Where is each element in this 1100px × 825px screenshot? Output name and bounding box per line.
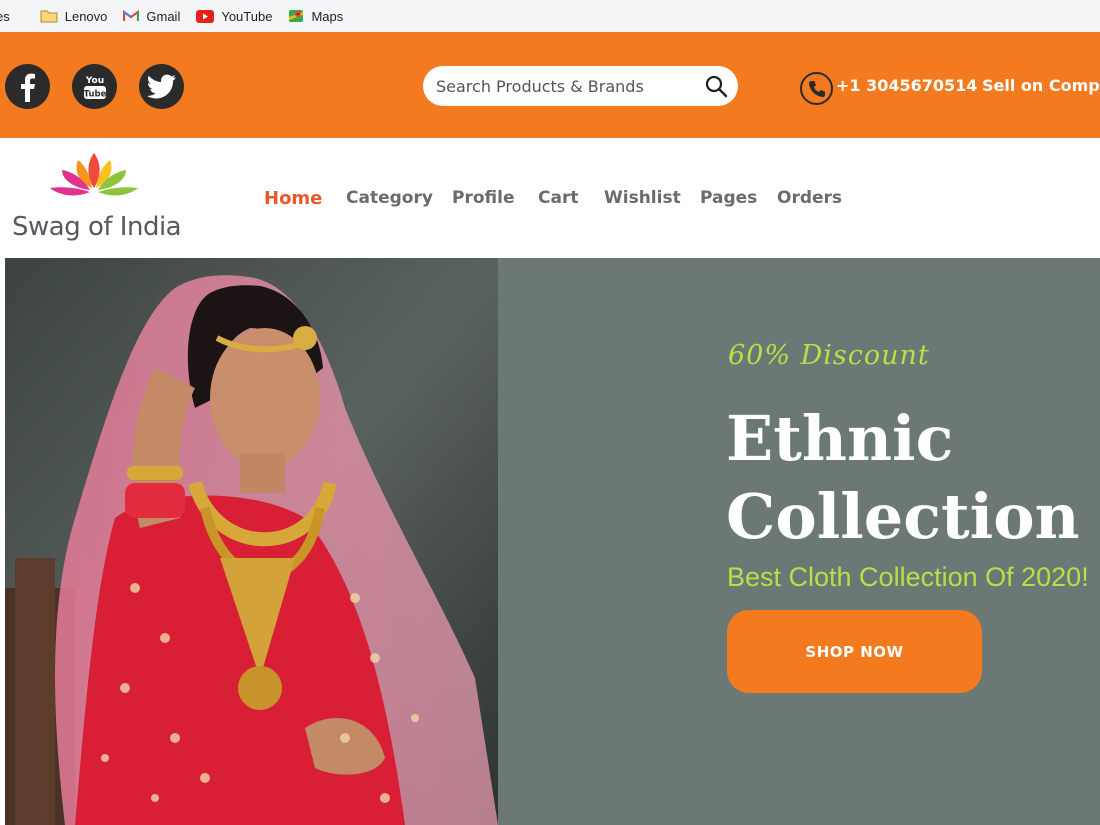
hero-headline-line-1: Ethnic — [726, 402, 954, 475]
top-bar: You Tube +1 3045670514 Sell on Compa — [0, 32, 1100, 138]
bookmark-label: YouTube — [221, 8, 273, 24]
bookmark-gmail[interactable]: Gmail — [115, 4, 188, 28]
hero-subline: Best Cloth Collection Of 2020! — [727, 562, 1089, 592]
bookmark-lenovo[interactable]: Lenovo — [32, 4, 116, 28]
twitter-link[interactable] — [139, 64, 184, 109]
hero-headline-line-2: Collection — [726, 480, 1080, 553]
youtube-icon — [196, 9, 215, 23]
youtube-link[interactable]: You Tube — [72, 64, 117, 109]
bookmark-label: Gmail — [146, 8, 181, 24]
search-bar — [423, 66, 738, 106]
bookmark-label: Lenovo — [64, 8, 108, 24]
svg-text:Tube: Tube — [83, 89, 106, 99]
hero-bride-image — [5, 258, 498, 825]
youtube-icon: You Tube — [83, 76, 106, 100]
folder-icon — [40, 10, 58, 23]
bookmark-truncated-label: es — [0, 8, 10, 24]
discount-label: 60% Discount — [728, 340, 930, 371]
bookmark-youtube[interactable]: YouTube — [188, 4, 280, 28]
svg-text:You: You — [84, 76, 103, 86]
nav-profile[interactable]: Profile — [452, 188, 514, 208]
logo-text: Swag of India — [12, 212, 182, 242]
search-input[interactable] — [436, 76, 686, 96]
sell-link[interactable]: Sell on Compa — [982, 76, 1100, 95]
nav-home[interactable]: Home — [264, 188, 322, 209]
maps-icon — [289, 10, 304, 22]
gmail-icon — [123, 10, 140, 21]
search-icon[interactable] — [704, 74, 728, 98]
bookmark-maps[interactable]: Maps — [280, 4, 351, 28]
bookmark-truncated[interactable]: es — [0, 4, 18, 28]
nav-category[interactable]: Category — [346, 188, 433, 208]
hero-headline: Ethnic Collection — [726, 400, 1080, 556]
nav-cart[interactable]: Cart — [538, 188, 578, 208]
nav-wishlist[interactable]: Wishlist — [604, 188, 681, 208]
nav-pages[interactable]: Pages — [700, 188, 757, 208]
lotus-logo-icon — [50, 153, 138, 196]
bookmarks-bar: es Lenovo Gmail YouTube Maps — [0, 0, 1100, 32]
facebook-icon — [20, 73, 35, 102]
bookmark-label: Maps — [311, 8, 344, 24]
twitter-icon — [146, 74, 176, 98]
facebook-link[interactable] — [5, 64, 50, 109]
shop-now-button[interactable]: SHOP NOW — [727, 610, 982, 693]
phone-number[interactable]: +1 3045670514 — [836, 76, 977, 95]
site-logo[interactable]: Swag of India — [10, 148, 190, 248]
main-nav: Swag of India Home Category Profile Cart… — [0, 138, 1100, 258]
nav-orders[interactable]: Orders — [777, 188, 842, 208]
phone-icon — [800, 72, 833, 105]
